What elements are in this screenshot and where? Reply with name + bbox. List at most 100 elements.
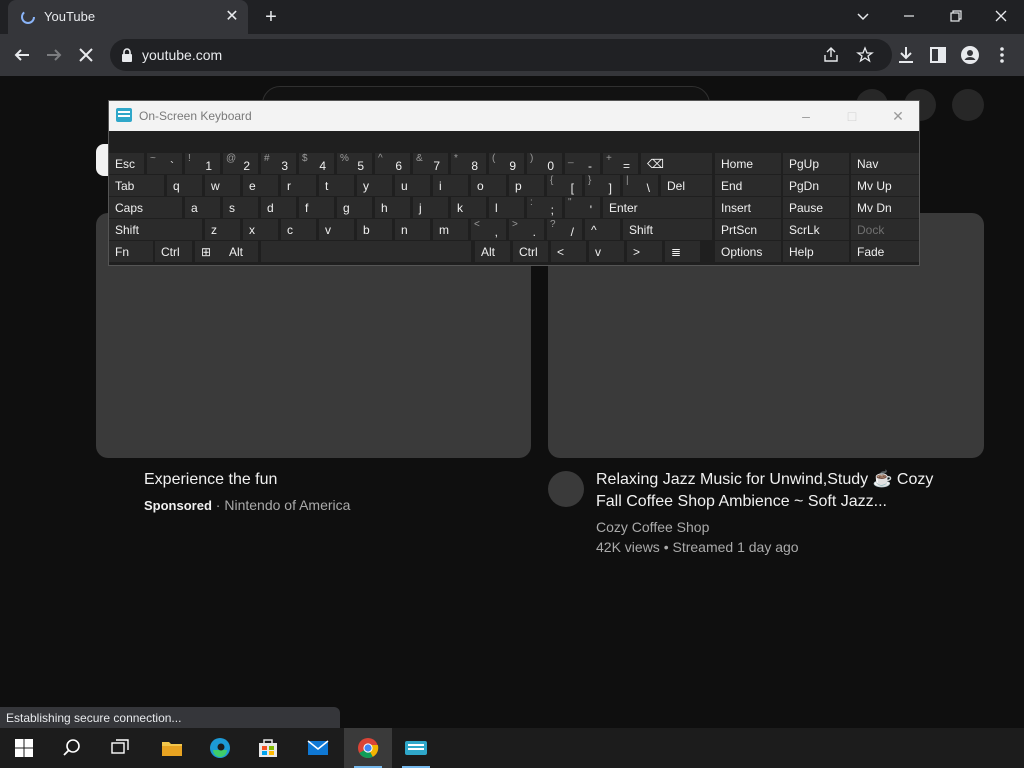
osk-titlebar[interactable]: On-Screen Keyboard – □ ✕ — [109, 101, 919, 131]
key-tab[interactable]: Tab — [109, 175, 164, 196]
key-o[interactable]: o — [471, 175, 506, 196]
task-view-icon[interactable] — [96, 728, 144, 768]
key-down[interactable]: v — [589, 241, 624, 262]
channel-name[interactable]: Nintendo of America — [224, 497, 350, 513]
close-window-icon[interactable] — [989, 4, 1013, 28]
key-left[interactable]: < — [551, 241, 586, 262]
key-6[interactable]: ^ 6 — [375, 153, 410, 174]
minimize-icon[interactable] — [897, 4, 921, 28]
key-0[interactable]: ) 0 — [527, 153, 562, 174]
share-icon[interactable] — [822, 46, 840, 64]
side-panel-icon[interactable] — [926, 43, 950, 67]
osk-minimize-icon[interactable]: – — [797, 107, 815, 125]
edge-icon[interactable] — [196, 728, 244, 768]
key-enter[interactable]: Enter — [603, 197, 712, 218]
key-del[interactable]: Del — [661, 175, 712, 196]
key-dock[interactable]: Dock — [851, 219, 919, 240]
key-minus[interactable]: _ - — [565, 153, 600, 174]
key-semicolon[interactable]: :; — [527, 197, 562, 218]
key-i[interactable]: i — [433, 175, 468, 196]
osk-icon[interactable] — [392, 728, 440, 768]
key-lbracket[interactable]: {[ — [547, 175, 582, 196]
search-icon[interactable] — [48, 728, 96, 768]
key-ctrl[interactable]: Ctrl — [513, 241, 548, 262]
key-backslash[interactable]: | \ — [623, 175, 658, 196]
key-4[interactable]: $4 — [299, 153, 334, 174]
key-options[interactable]: Options — [715, 241, 781, 262]
key-comma[interactable]: <, — [471, 219, 506, 240]
windows-start-icon[interactable] — [0, 728, 48, 768]
key-space[interactable] — [261, 241, 471, 262]
key-3[interactable]: #3 — [261, 153, 296, 174]
lock-icon[interactable] — [120, 47, 134, 63]
key-backspace[interactable]: ⌫ — [641, 153, 712, 174]
mail-icon[interactable] — [294, 728, 342, 768]
key-5[interactable]: % 5 — [337, 153, 372, 174]
key-9[interactable]: (9 — [489, 153, 524, 174]
url-text[interactable]: youtube.com — [142, 47, 222, 63]
key-scrlk[interactable]: ScrLk — [783, 219, 849, 240]
key-pgup[interactable]: PgUp — [783, 153, 849, 174]
key-alt[interactable]: Alt — [475, 241, 510, 262]
key-f[interactable]: f — [299, 197, 334, 218]
key-s[interactable]: s — [223, 197, 258, 218]
key-q[interactable]: q — [167, 175, 202, 196]
tab-search-chevron-icon[interactable] — [851, 4, 875, 28]
key-m[interactable]: m — [433, 219, 468, 240]
video-title-line[interactable]: Fall Coffee Shop Ambience ~ Soft Jazz... — [596, 491, 887, 513]
key-c[interactable]: c — [281, 219, 316, 240]
key-g[interactable]: g — [337, 197, 372, 218]
key-slash[interactable]: ? / — [547, 219, 582, 240]
key-w[interactable]: w — [205, 175, 240, 196]
more-menu-icon[interactable] — [990, 43, 1014, 67]
key-end[interactable]: End — [715, 175, 781, 196]
key-j[interactable]: j — [413, 197, 448, 218]
key-7[interactable]: & 7 — [413, 153, 448, 174]
new-tab-button[interactable]: + — [260, 6, 282, 28]
key-quote[interactable]: " ' — [565, 197, 600, 218]
key-v[interactable]: v — [319, 219, 354, 240]
key-period[interactable]: >. — [509, 219, 544, 240]
chrome-icon[interactable] — [344, 728, 392, 768]
key-shift[interactable]: Shift — [109, 219, 202, 240]
key-up[interactable]: ^ — [585, 219, 620, 240]
tab-youtube[interactable]: YouTube ✕ — [8, 0, 248, 34]
key-shift[interactable]: Shift — [623, 219, 712, 240]
key-z[interactable]: z — [205, 219, 240, 240]
key-caps[interactable]: Caps — [109, 197, 182, 218]
key-ctrl[interactable]: Ctrl — [155, 241, 192, 262]
account-avatar[interactable] — [952, 89, 984, 121]
key-8[interactable]: * 8 — [451, 153, 486, 174]
key-k[interactable]: k — [451, 197, 486, 218]
key-fn[interactable]: Fn — [109, 241, 153, 262]
key-pgdn[interactable]: PgDn — [783, 175, 849, 196]
key-d[interactable]: d — [261, 197, 296, 218]
key-r[interactable]: r — [281, 175, 316, 196]
stop-loading-icon[interactable] — [74, 43, 98, 67]
key-t[interactable]: t — [319, 175, 354, 196]
key-n[interactable]: n — [395, 219, 430, 240]
key-rbracket[interactable]: }] — [585, 175, 620, 196]
key-tilde[interactable]: ~ ` — [147, 153, 182, 174]
bookmark-star-icon[interactable] — [856, 46, 874, 64]
channel-name[interactable]: Cozy Coffee Shop — [596, 517, 709, 537]
osk-close-icon[interactable]: ✕ — [889, 107, 907, 125]
restore-icon[interactable] — [943, 4, 967, 28]
download-icon[interactable] — [894, 43, 918, 67]
key-esc[interactable]: Esc — [109, 153, 144, 174]
file-explorer-icon[interactable] — [148, 728, 196, 768]
back-arrow-icon[interactable] — [10, 43, 34, 67]
key-right[interactable]: > — [627, 241, 662, 262]
key-h[interactable]: h — [375, 197, 410, 218]
key-pause[interactable]: Pause — [783, 197, 849, 218]
video-title[interactable]: Experience the fun — [144, 469, 277, 491]
tab-close-icon[interactable]: ✕ — [223, 8, 241, 26]
key-u[interactable]: u — [395, 175, 430, 196]
key-e[interactable]: e — [243, 175, 278, 196]
key-menu[interactable]: ≣ — [665, 241, 700, 262]
key-equals[interactable]: + = — [603, 153, 638, 174]
key-2[interactable]: @2 — [223, 153, 258, 174]
key-mvup[interactable]: Mv Up — [851, 175, 919, 196]
profile-icon[interactable] — [958, 43, 982, 67]
store-icon[interactable] — [244, 728, 292, 768]
